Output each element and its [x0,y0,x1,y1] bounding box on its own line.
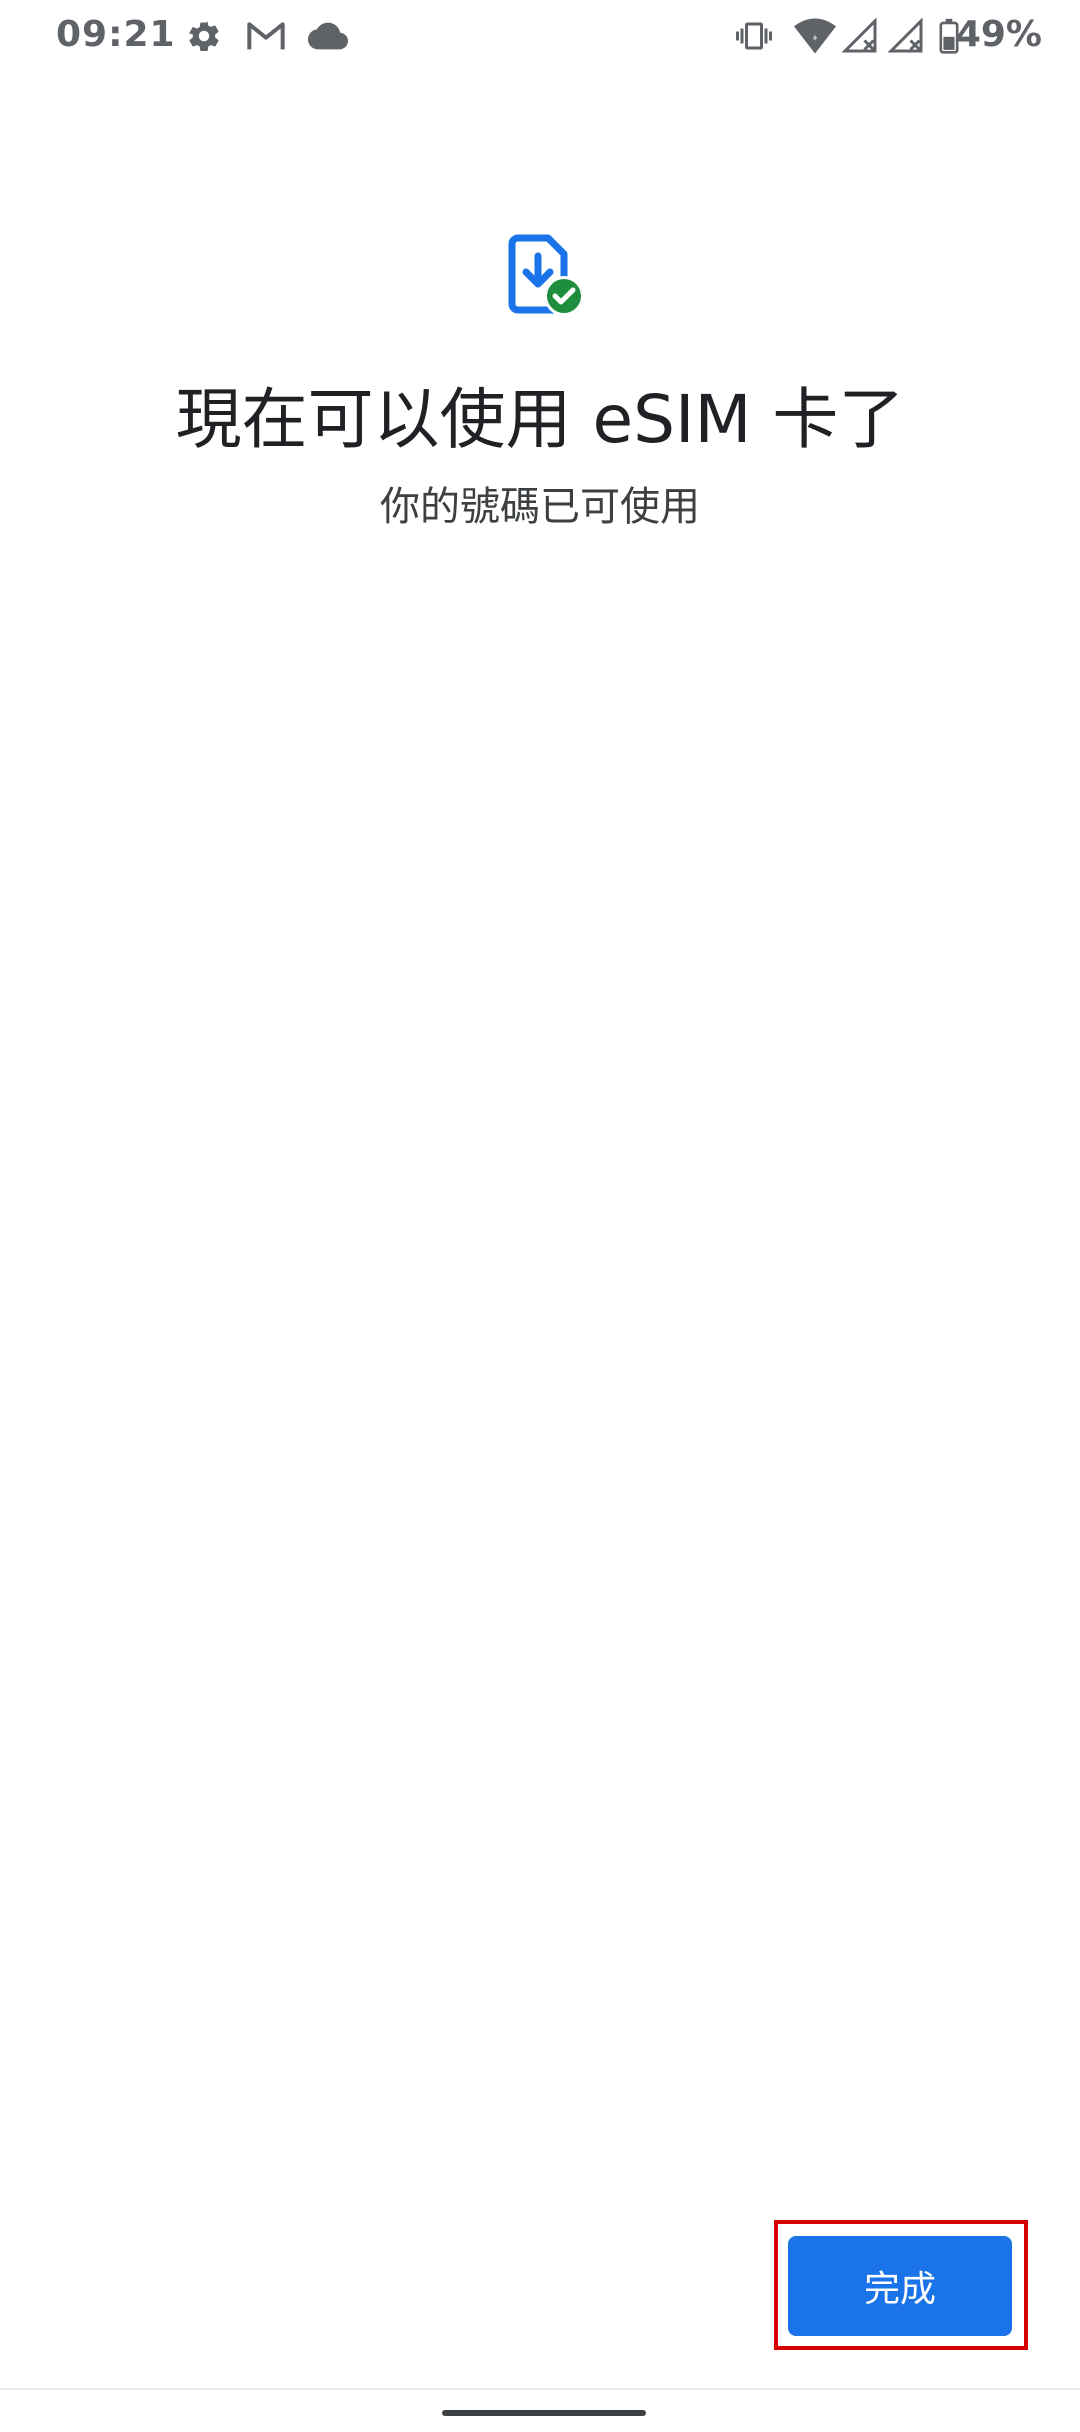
page-subtitle: 你的號碼已可使用 [380,484,700,530]
done-button[interactable]: 完成 [788,2236,1012,2336]
navigation-divider [0,2388,1080,2390]
gmail-icon [246,18,286,58]
wifi-icon [794,18,836,58]
battery-percentage: 49% [955,14,1042,55]
signal-no-service-icon [887,17,924,58]
signal-no-service-icon [841,17,878,58]
gear-icon [186,18,222,58]
cloud-icon [308,18,348,58]
status-time: 09:21 [56,14,176,55]
gesture-navigation-handle[interactable] [442,2410,646,2416]
status-bar: 09:21 49% [0,0,1080,70]
esim-download-check-icon [504,234,586,318]
vibrate-icon [734,18,774,58]
page-title: 現在可以使用 eSIM 卡了 [175,381,905,458]
